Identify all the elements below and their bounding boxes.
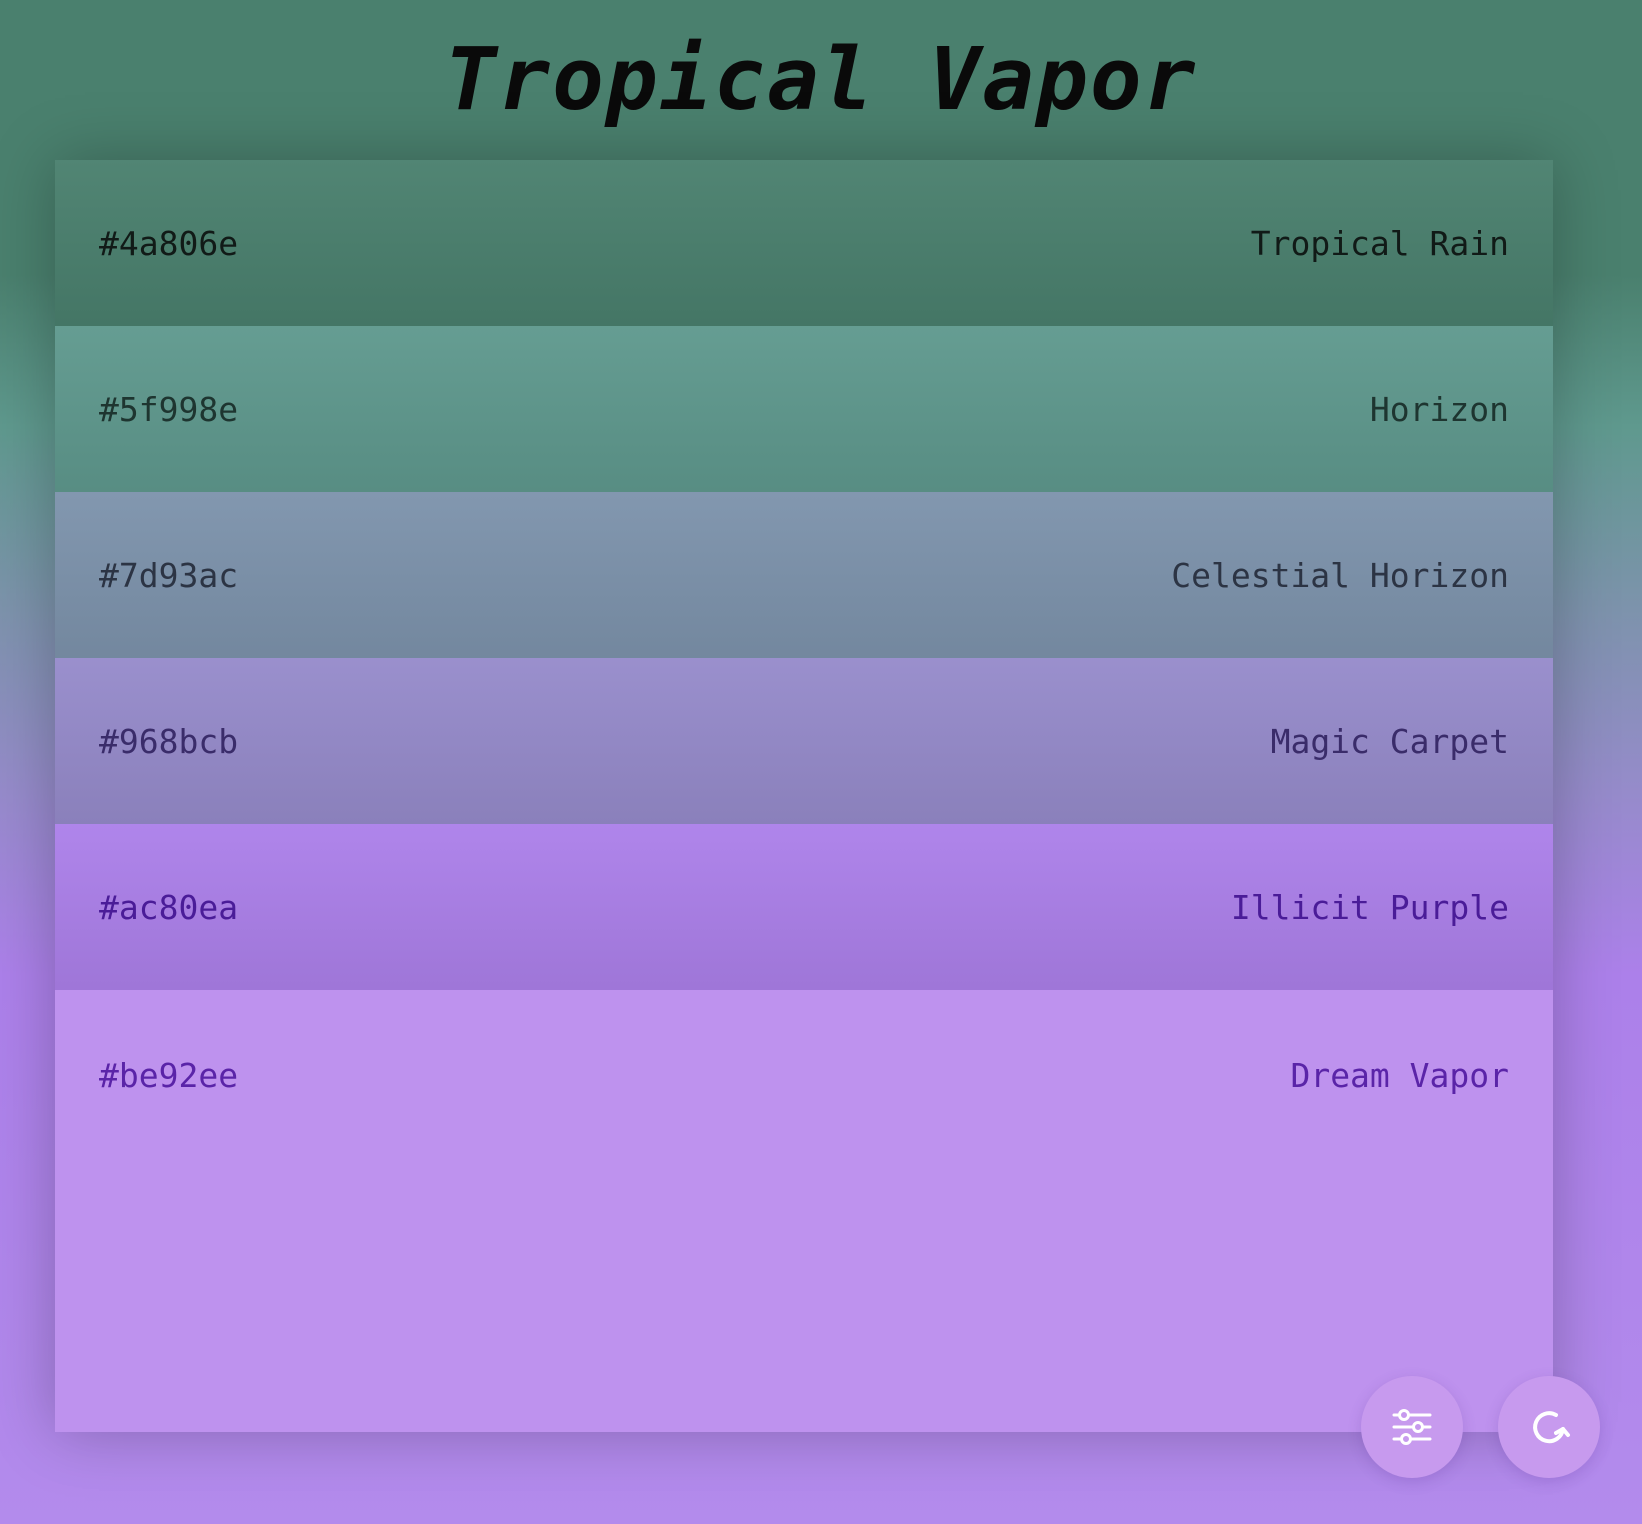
swatch-hex[interactable]: #4a806e (99, 224, 238, 263)
swatch-hex[interactable]: #ac80ea (99, 888, 238, 927)
swatch-dream-vapor[interactable]: #be92ee Dream Vapor (55, 990, 1553, 1432)
refresh-button[interactable] (1498, 1376, 1600, 1478)
swatch-name: Celestial Horizon (1171, 555, 1509, 595)
swatch-tropical-rain[interactable]: #4a806e Tropical Rain (55, 160, 1553, 326)
swatch-name: Dream Vapor (1290, 1056, 1509, 1095)
swatch-hex[interactable]: #968bcb (99, 722, 238, 761)
settings-button[interactable] (1361, 1376, 1463, 1478)
swatch-shade (55, 326, 1553, 492)
page-title: Tropical Vapor (444, 30, 1198, 130)
swatch-hex[interactable]: #be92ee (99, 1056, 238, 1095)
swatch-hex[interactable]: #5f998e (99, 390, 238, 429)
swatch-hex[interactable]: #7d93ac (99, 556, 238, 595)
swatch-celestial-horizon[interactable]: #7d93ac Celestial Horizon (55, 492, 1553, 658)
swatch-horizon[interactable]: #5f998e Horizon (55, 326, 1553, 492)
refresh-icon (1533, 1411, 1570, 1444)
swatch-name: Horizon (1369, 389, 1509, 429)
sliders-icon (1392, 1409, 1432, 1445)
swatch-illicit-purple[interactable]: #ac80ea Illicit Purple (55, 824, 1553, 990)
swatch-name: Illicit Purple (1230, 887, 1509, 927)
swatch-name: Tropical Rain (1250, 223, 1509, 263)
swatch-magic-carpet[interactable]: #968bcb Magic Carpet (55, 658, 1553, 824)
color-palette: #4a806e Tropical Rain #5f998e Horizon #7… (55, 160, 1553, 1432)
swatch-name: Magic Carpet (1270, 721, 1509, 761)
